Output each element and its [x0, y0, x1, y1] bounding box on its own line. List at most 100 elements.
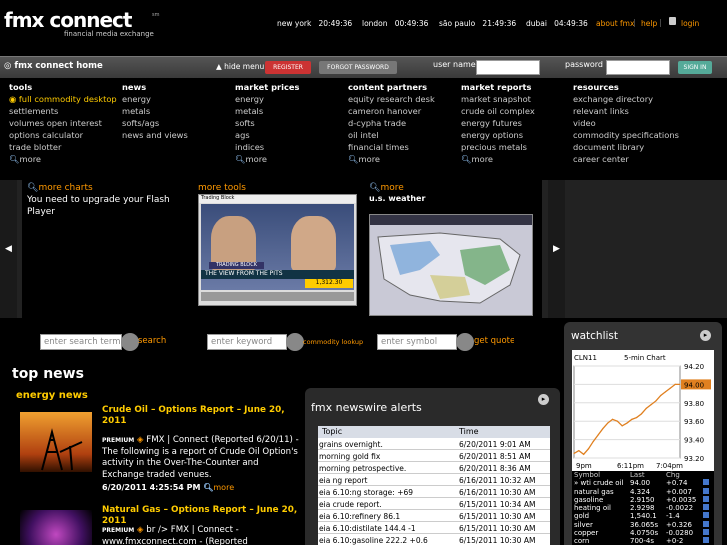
password-input[interactable] — [606, 60, 670, 75]
menu-item[interactable]: exchange directory — [573, 93, 679, 105]
topic-cell[interactable]: eia ng report — [319, 476, 367, 485]
topic-cell[interactable]: eia 6.10:ng storage: +69 — [319, 488, 413, 497]
chart-icon[interactable] — [703, 520, 709, 527]
table-row[interactable]: eia 6.10:distilate 144.4 -1 6/15/2011 10:… — [318, 522, 550, 534]
sign-in-button[interactable]: SIGN IN — [678, 61, 712, 74]
user-name-input[interactable] — [476, 60, 540, 75]
quote-row[interactable]: copper 4.0750s -0.0280 — [572, 529, 714, 537]
menu-item[interactable]: precious metals — [461, 141, 535, 153]
chart-icon[interactable] — [703, 504, 709, 511]
hide-menu-toggle[interactable]: ▲ hide menu — [216, 62, 264, 71]
quote-row[interactable]: gold 1,540.1 -1.4 — [572, 512, 714, 520]
login-link[interactable]: login — [681, 19, 699, 28]
more-link[interactable]: 🔍︎more — [348, 153, 435, 165]
quote-row[interactable]: natural gas 4.324 +0.007 — [572, 487, 714, 496]
chart-icon[interactable] — [703, 512, 709, 519]
menu-item[interactable]: volumes open interest — [9, 117, 117, 129]
menu-item[interactable]: energy futures — [461, 117, 535, 129]
table-row[interactable]: eia 6.10:refinery 86.1 6/15/2011 10:30 AM — [318, 510, 550, 522]
video-player[interactable]: Trading Block TRADING BLOCK THE VIEW FRO… — [198, 194, 357, 306]
more-link[interactable]: 🔍︎more — [461, 153, 535, 165]
more-tools-link[interactable]: more tools — [198, 183, 246, 193]
menu-item[interactable]: options calculator — [9, 129, 117, 141]
menu-item[interactable]: ags — [235, 129, 299, 141]
quote-row[interactable]: » wti crude oil 94.00 +0.74 — [572, 479, 714, 487]
menu-item[interactable]: energy — [235, 93, 299, 105]
price-chart[interactable]: CLN11 5-min Chart 94.20 94.00 93.80 93.60 93… — [572, 350, 714, 472]
table-row[interactable]: eia crude report. 6/15/2011 10:34 AM — [318, 498, 550, 510]
oil-rig-thumbnail[interactable] — [20, 412, 92, 472]
fmx-logo[interactable]: fmx connect sm financial media exchange — [4, 8, 164, 38]
search-icon[interactable] — [456, 333, 474, 351]
weather-map[interactable] — [369, 214, 533, 316]
table-row[interactable]: morning petrospective. 6/20/2011 8:36 AM — [318, 462, 550, 474]
video-controls[interactable] — [201, 292, 354, 301]
get-quote-button[interactable]: get quote — [474, 336, 514, 346]
keyword-input[interactable]: enter keyword — [207, 334, 287, 350]
menu-item[interactable]: relevant links — [573, 105, 679, 117]
quote-row[interactable]: silver 36.065s +0.326 — [572, 520, 714, 529]
table-row[interactable]: eia 6.10:gasoline 222.2 +0.6 6/15/2011 10… — [318, 534, 550, 545]
search-input[interactable]: enter search term — [40, 334, 122, 350]
topic-cell[interactable]: eia 6.10:distilate 144.4 -1 — [319, 524, 416, 533]
chart-icon[interactable] — [703, 537, 709, 544]
menu-item[interactable]: cameron hanover — [348, 105, 435, 117]
menu-item[interactable]: ◉ full commodity desktop — [9, 93, 117, 105]
help-link[interactable]: help — [641, 19, 657, 28]
chart-icon[interactable] — [703, 479, 709, 486]
carousel-next-button[interactable]: ▶ — [548, 180, 565, 318]
menu-item[interactable]: financial times — [348, 141, 435, 153]
menu-item[interactable]: energy options — [461, 129, 535, 141]
more-link[interactable]: 🔍︎more — [9, 153, 117, 165]
menu-item[interactable]: softs/ags — [122, 117, 188, 129]
table-row[interactable]: eia 6.10:ng storage: +69 6/16/2011 10:30 … — [318, 486, 550, 498]
menu-item[interactable]: settlements — [9, 105, 117, 117]
menu-item[interactable]: metals — [235, 105, 299, 117]
register-button[interactable]: REGISTER — [265, 61, 311, 74]
search-icon[interactable] — [121, 333, 139, 351]
expand-button[interactable]: ▸ — [700, 330, 711, 341]
menu-item[interactable]: metals — [122, 105, 188, 117]
menu-item[interactable]: trade blotter — [9, 141, 117, 153]
natural-gas-thumbnail[interactable] — [20, 510, 92, 545]
menu-item[interactable]: career center — [573, 153, 679, 165]
menu-item[interactable]: equity research desk — [348, 93, 435, 105]
symbol-input[interactable]: enter symbol — [377, 334, 457, 350]
menu-item[interactable]: market snapshot — [461, 93, 535, 105]
forgot-password-button[interactable]: FORGOT PASSWORD — [319, 61, 397, 74]
table-row[interactable]: eia ng report 6/16/2011 10:32 AM — [318, 474, 550, 486]
commodity-lookup-button[interactable]: commodity lookup — [303, 338, 363, 346]
more-charts-link[interactable]: 🔍︎more charts — [27, 183, 93, 193]
menu-item[interactable]: video — [573, 117, 679, 129]
topic-cell[interactable]: eia 6.10:gasoline 222.2 +0.6 — [319, 536, 428, 545]
weather-more-link[interactable]: 🔍︎more — [369, 183, 404, 193]
menu-item[interactable]: energy — [122, 93, 188, 105]
news-title[interactable]: Natural Gas – Options Report – June 20, … — [102, 505, 302, 527]
topic-cell[interactable]: morning petrospective. — [319, 464, 406, 473]
topic-cell[interactable]: morning gold fix — [319, 452, 380, 461]
chart-icon[interactable] — [703, 487, 709, 494]
more-link[interactable]: more — [213, 483, 234, 492]
menu-item[interactable]: oil intel — [348, 129, 435, 141]
search-button[interactable]: search — [138, 336, 166, 346]
menu-item[interactable]: indices — [235, 141, 299, 153]
topic-cell[interactable]: grains overnight. — [319, 440, 383, 449]
quote-row[interactable]: heating oil 2.9298 -0.0022 — [572, 504, 714, 512]
expand-button[interactable]: ▸ — [538, 394, 549, 405]
search-icon[interactable] — [286, 333, 304, 351]
table-row[interactable]: grains overnight. 6/20/2011 9:01 AM — [318, 438, 550, 450]
topic-cell[interactable]: eia crude report. — [319, 500, 382, 509]
menu-item[interactable]: softs — [235, 117, 299, 129]
table-row[interactable]: morning gold fix 6/20/2011 8:51 AM — [318, 450, 550, 462]
quote-row[interactable]: gasoline 2.9150 +0.0035 — [572, 495, 714, 504]
chart-icon[interactable] — [703, 495, 709, 502]
menu-item[interactable]: document library — [573, 141, 679, 153]
menu-item[interactable]: crude oil complex — [461, 105, 535, 117]
carousel-prev-button[interactable]: ◀ — [0, 180, 17, 318]
menu-item[interactable]: d-cypha trade — [348, 117, 435, 129]
news-title[interactable]: Crude Oil – Options Report – June 20, 20… — [102, 405, 302, 427]
topic-cell[interactable]: eia 6.10:refinery 86.1 — [319, 512, 400, 521]
home-link[interactable]: ◎ fmx connect home — [4, 61, 103, 71]
menu-item[interactable]: commodity specifications — [573, 129, 679, 141]
quote-row[interactable]: corn 700-4s +0-2 — [572, 537, 714, 545]
